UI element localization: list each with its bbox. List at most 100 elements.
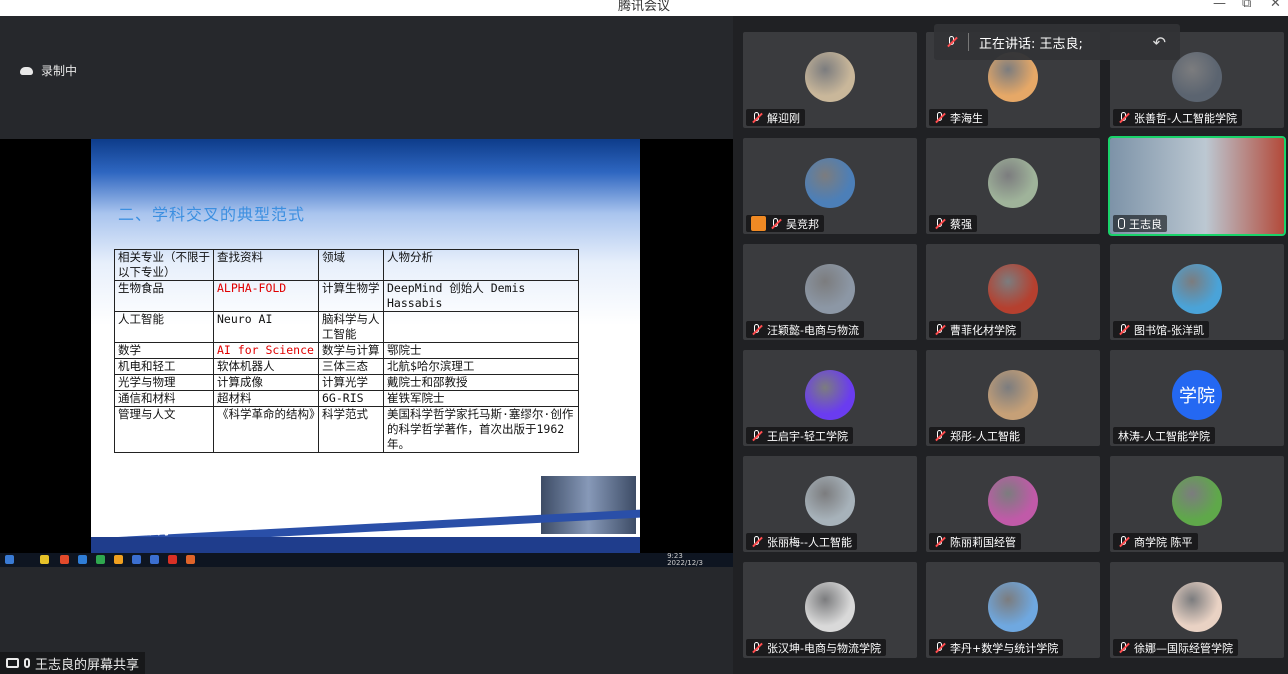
table-header: 查找资料 [213,249,319,281]
close-button[interactable]: ✕ [1270,0,1281,11]
table-cell: 北航$哈尔滨理工 [383,358,579,375]
avatar [1172,52,1222,102]
table-row: 人工智能 Neuro AI 脑科学与人工智能 [114,311,579,343]
table-cell: 超材料 [213,390,319,407]
participant-name: 王志良 [1129,217,1162,231]
windows-icon [5,555,14,564]
participant-name-tag: 解迎刚 [746,109,805,126]
participant-name-tag: 蔡强 [929,215,977,232]
table-cell: 数学与计算 [318,342,384,359]
participant-tile[interactable]: 王启宇-轻工学院 [743,350,917,446]
app-icon [96,555,105,564]
participant-name-tag: 郑彤-人工智能 [929,427,1025,444]
participant-gallery: 解迎刚 李海生 张善哲-人工智能学院 吴竞邦 蔡强 王志良 汪颖懿-电商与物流 曹菲化材学院 图… [733,16,1288,674]
participant-name: 商学院 陈平 [1134,535,1193,549]
participant-name: 王启宇-轻工学院 [767,429,848,443]
participant-name-tag: 林涛-人工智能学院 [1113,427,1215,444]
participant-tile[interactable]: 李丹+数学与统计学院 [926,562,1100,658]
table-header: 领域 [318,249,384,281]
participant-name: 徐娜—国际经管学院 [1134,641,1233,655]
participant-name: 李丹+数学与统计学院 [950,641,1059,655]
recording-label: 录制中 [41,64,78,78]
participant-name-tag: 图书馆-张洋凯 [1113,321,1209,338]
mic-muted-icon [934,111,946,124]
table-cell: 6G-RIS [318,390,384,407]
table-header: 人物分析 [383,249,579,281]
avatar [988,264,1038,314]
table-cell: 机电和轻工 [114,358,214,375]
avatar [1172,476,1222,526]
participant-tile[interactable]: 学院林涛-人工智能学院 [1110,350,1284,446]
explorer-icon [40,555,49,564]
mic-icon [24,658,30,668]
avatar [805,52,855,102]
ppt-icon [186,555,195,564]
participant-name-tag: 李丹+数学与统计学院 [929,639,1064,656]
participant-name: 图书馆-张洋凯 [1134,323,1204,337]
table-cell: 科学范式 [318,406,384,453]
table-cell: 光学与物理 [114,374,214,391]
participant-name-tag: 曹菲化材学院 [929,321,1021,338]
participant-name: 汪颖懿-电商与物流 [767,323,859,337]
participant-tile[interactable]: 曹菲化材学院 [926,244,1100,340]
table-cell: 通信和材料 [114,390,214,407]
mic-muted-icon [751,429,763,442]
mic-muted-icon [1118,111,1130,124]
participant-tile[interactable]: 王志良 [1108,136,1286,236]
mic-muted-icon [934,323,946,336]
participant-tile[interactable]: 图书馆-张洋凯 [1110,244,1284,340]
recording-indicator[interactable]: 录制中 [20,62,77,79]
restore-button[interactable]: ⧉ [1242,0,1251,11]
mic-muted-icon [770,217,782,230]
participant-tile[interactable]: 吴竞邦 [743,138,917,234]
participant-name: 张汉坤-电商与物流学院 [767,641,881,655]
minimize-button[interactable]: — [1213,0,1226,11]
app-title: 腾讯会议 [617,0,670,14]
back-arrow-icon[interactable]: ↶ [1153,33,1166,52]
table-cell: AI for Science [213,342,319,359]
avatar: 学院 [1172,370,1222,420]
participant-name: 林涛-人工智能学院 [1118,429,1210,443]
screen-share-icon [6,658,19,668]
avatar [805,370,855,420]
participant-name-tag: 王启宇-轻工学院 [746,427,853,444]
participant-tile[interactable]: 解迎刚 [743,32,917,128]
mic-muted-icon [751,111,763,124]
mic-muted-icon [934,641,946,654]
table-cell: 鄂院士 [383,342,579,359]
app-icon [114,555,123,564]
participant-tile[interactable]: 商学院 陈平 [1110,456,1284,552]
participant-name: 陈丽莉国经管 [950,535,1016,549]
app-icon [132,555,141,564]
participant-name-tag: 张丽梅--人工智能 [746,533,857,550]
table-cell: 三体三态 [318,358,384,375]
table-cell [383,311,579,343]
participant-name: 郑彤-人工智能 [950,429,1020,443]
avatar [988,476,1038,526]
table-row: 通信和材料 超材料 6G-RIS 崔铁军院士 [114,390,579,407]
mic-icon [1118,218,1125,229]
table-cell: 戴院士和邵教授 [383,374,579,391]
mic-muted-icon [1118,323,1130,336]
avatar [1172,264,1222,314]
participant-tile[interactable]: 汪颖懿-电商与物流 [743,244,917,340]
table-cell: 崔铁军院士 [383,390,579,407]
participant-name: 蔡强 [950,217,972,231]
table-cell: 美国科学哲学家托马斯·塞缪尔·创作的科学哲学著作，首次出版于1962年。 [383,406,579,453]
participant-tile[interactable]: 陈丽莉国经管 [926,456,1100,552]
mic-muted-icon [751,641,763,654]
campus-building-image [541,476,636,534]
participant-name: 吴竞邦 [786,217,819,231]
screen-share-label: 王志良的屏幕共享 [0,652,146,674]
participant-tile[interactable]: 郑彤-人工智能 [926,350,1100,446]
participant-tile[interactable]: 张汉坤-电商与物流学院 [743,562,917,658]
participant-tile[interactable]: 蔡强 [926,138,1100,234]
participant-tile[interactable]: 张丽梅--人工智能 [743,456,917,552]
table-cell: 软体机器人 [213,358,319,375]
table-cell: 生物食品 [114,280,214,312]
shared-taskbar: 9:23 2022/12/3 [0,553,733,567]
participant-name-tag: 张汉坤-电商与物流学院 [746,639,886,656]
app-icon [60,555,69,564]
title-bar: 腾讯会议 — ⧉ ✕ [0,0,1288,16]
participant-tile[interactable]: 徐娜—国际经管学院 [1110,562,1284,658]
